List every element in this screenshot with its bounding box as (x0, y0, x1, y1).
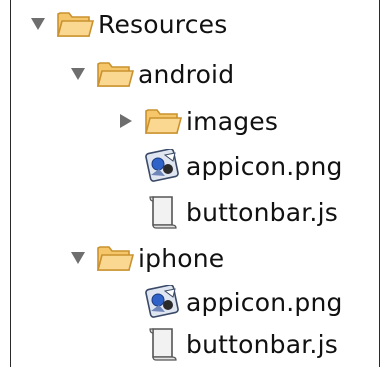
tree-panel: Resources android images appicon.png but… (10, 0, 380, 367)
tree-row-android-appicon[interactable]: appicon.png (115, 144, 343, 188)
tree-item-label: Resources (98, 9, 228, 39)
tree-item-label: appicon.png (186, 151, 343, 181)
tree-item-label: android (138, 59, 235, 89)
tree-row-iphone-appicon[interactable]: appicon.png (115, 280, 343, 324)
image-file-icon (143, 285, 183, 319)
folder-icon (55, 7, 95, 41)
tree-item-label: buttonbar.js (186, 197, 338, 227)
folder-icon (95, 241, 135, 275)
disclosure-expanded-icon[interactable] (67, 247, 89, 269)
disclosure-collapsed-icon[interactable] (115, 110, 137, 132)
script-file-icon (143, 327, 183, 361)
tree-item-label: images (186, 106, 279, 136)
tree-row-images[interactable]: images (115, 99, 278, 143)
folder-icon (95, 57, 135, 91)
script-file-icon (143, 195, 183, 229)
tree-row-resources[interactable]: Resources (27, 2, 227, 46)
tree-item-label: appicon.png (186, 287, 343, 317)
disclosure-expanded-icon[interactable] (27, 13, 49, 35)
tree-row-iphone-buttonbar[interactable]: buttonbar.js (115, 322, 338, 366)
tree-item-label: buttonbar.js (186, 329, 338, 359)
disclosure-expanded-icon[interactable] (67, 63, 89, 85)
tree-row-android[interactable]: android (67, 52, 234, 96)
tree-item-label: iphone (138, 243, 225, 273)
tree-row-android-buttonbar[interactable]: buttonbar.js (115, 190, 338, 234)
folder-icon (143, 104, 183, 138)
image-file-icon (143, 149, 183, 183)
tree-row-iphone[interactable]: iphone (67, 236, 224, 280)
